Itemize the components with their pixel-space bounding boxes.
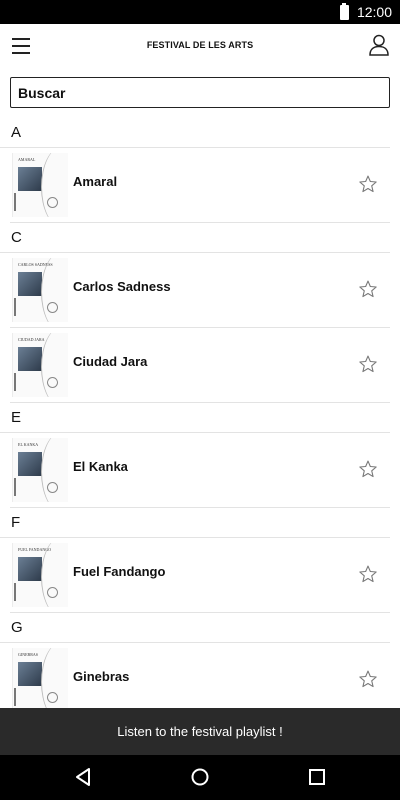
app-header: FESTIVAL DE LES ARTS [0,24,400,68]
poster-circle-decoration [47,482,58,493]
poster-circle-decoration [47,197,58,208]
favorite-star-icon[interactable] [358,459,378,479]
section-header-a: A [0,118,390,148]
artist-poster-thumbnail: CARLOS SADNESS [12,258,68,322]
artist-name: Carlos Sadness [73,279,171,294]
artist-poster-thumbnail: CIUDAD JARA [12,333,68,397]
section-header-f: F [0,508,390,538]
poster-caption: EL KANKA [18,442,39,447]
app-title: FESTIVAL DE LES ARTS [146,40,254,50]
playlist-banner-text: Listen to the festival playlist ! [117,724,283,739]
nav-home-icon[interactable] [190,767,210,787]
artist-name: Ciudad Jara [73,354,148,369]
artist-name: Amaral [73,174,118,189]
poster-bar-decoration [14,478,16,496]
artist-list-item[interactable]: FUEL FANDANGO Fuel Fandango [10,538,390,613]
artist-list-item[interactable]: AMARAL Amaral [10,148,390,223]
favorite-star-icon[interactable] [358,174,378,194]
favorite-star-icon[interactable] [358,564,378,584]
artist-photo [18,167,42,191]
status-bar: 12:00 [0,0,400,24]
poster-bar-decoration [14,298,16,316]
artist-list-item[interactable]: GINEBRAS Ginebras [10,643,390,718]
artist-list: A AMARAL Amaral C CARLOS SADNESS Carlos Sadne… [0,118,400,718]
poster-bar-decoration [14,373,16,391]
artist-poster-thumbnail: AMARAL [12,153,68,217]
android-nav-bar [0,755,400,800]
favorite-star-icon[interactable] [358,669,378,689]
artist-photo [18,347,42,371]
poster-caption: AMARAL [18,157,36,162]
artist-photo [18,272,42,296]
poster-circle-decoration [47,302,58,313]
poster-caption: CIUDAD JARA [18,337,45,342]
artist-name: Fuel Fandango [73,564,166,579]
nav-back-icon[interactable] [74,767,94,787]
section-header-g: G [0,613,390,643]
artist-poster-thumbnail: EL KANKA [12,438,68,502]
status-time: 12:00 [356,4,392,20]
section-header-e: E [0,403,390,433]
artist-poster-thumbnail: GINEBRAS [12,648,68,712]
poster-bar-decoration [14,688,16,706]
artist-poster-thumbnail: FUEL FANDANGO [12,543,68,607]
poster-circle-decoration [47,377,58,388]
artist-name: Ginebras [73,669,130,684]
section-header-c: C [0,223,390,253]
poster-circle-decoration [47,587,58,598]
poster-caption: GINEBRAS [18,652,39,657]
favorite-star-icon[interactable] [358,279,378,299]
artist-name: El Kanka [73,459,128,474]
poster-circle-decoration [47,692,58,703]
battery-icon [339,2,349,20]
nav-recents-icon[interactable] [307,767,327,787]
search-input[interactable] [10,77,390,108]
poster-bar-decoration [14,193,16,211]
artist-list-item[interactable]: CARLOS SADNESS Carlos Sadness [10,253,390,328]
poster-bar-decoration [14,583,16,601]
artist-list-item[interactable]: CIUDAD JARA Ciudad Jara [10,328,390,403]
artist-photo [18,452,42,476]
playlist-banner[interactable]: Listen to the festival playlist ! [0,708,400,755]
user-profile-icon[interactable] [369,34,389,56]
favorite-star-icon[interactable] [358,354,378,374]
artist-list-item[interactable]: EL KANKA El Kanka [10,433,390,508]
artist-photo [18,662,42,686]
artist-photo [18,557,42,581]
